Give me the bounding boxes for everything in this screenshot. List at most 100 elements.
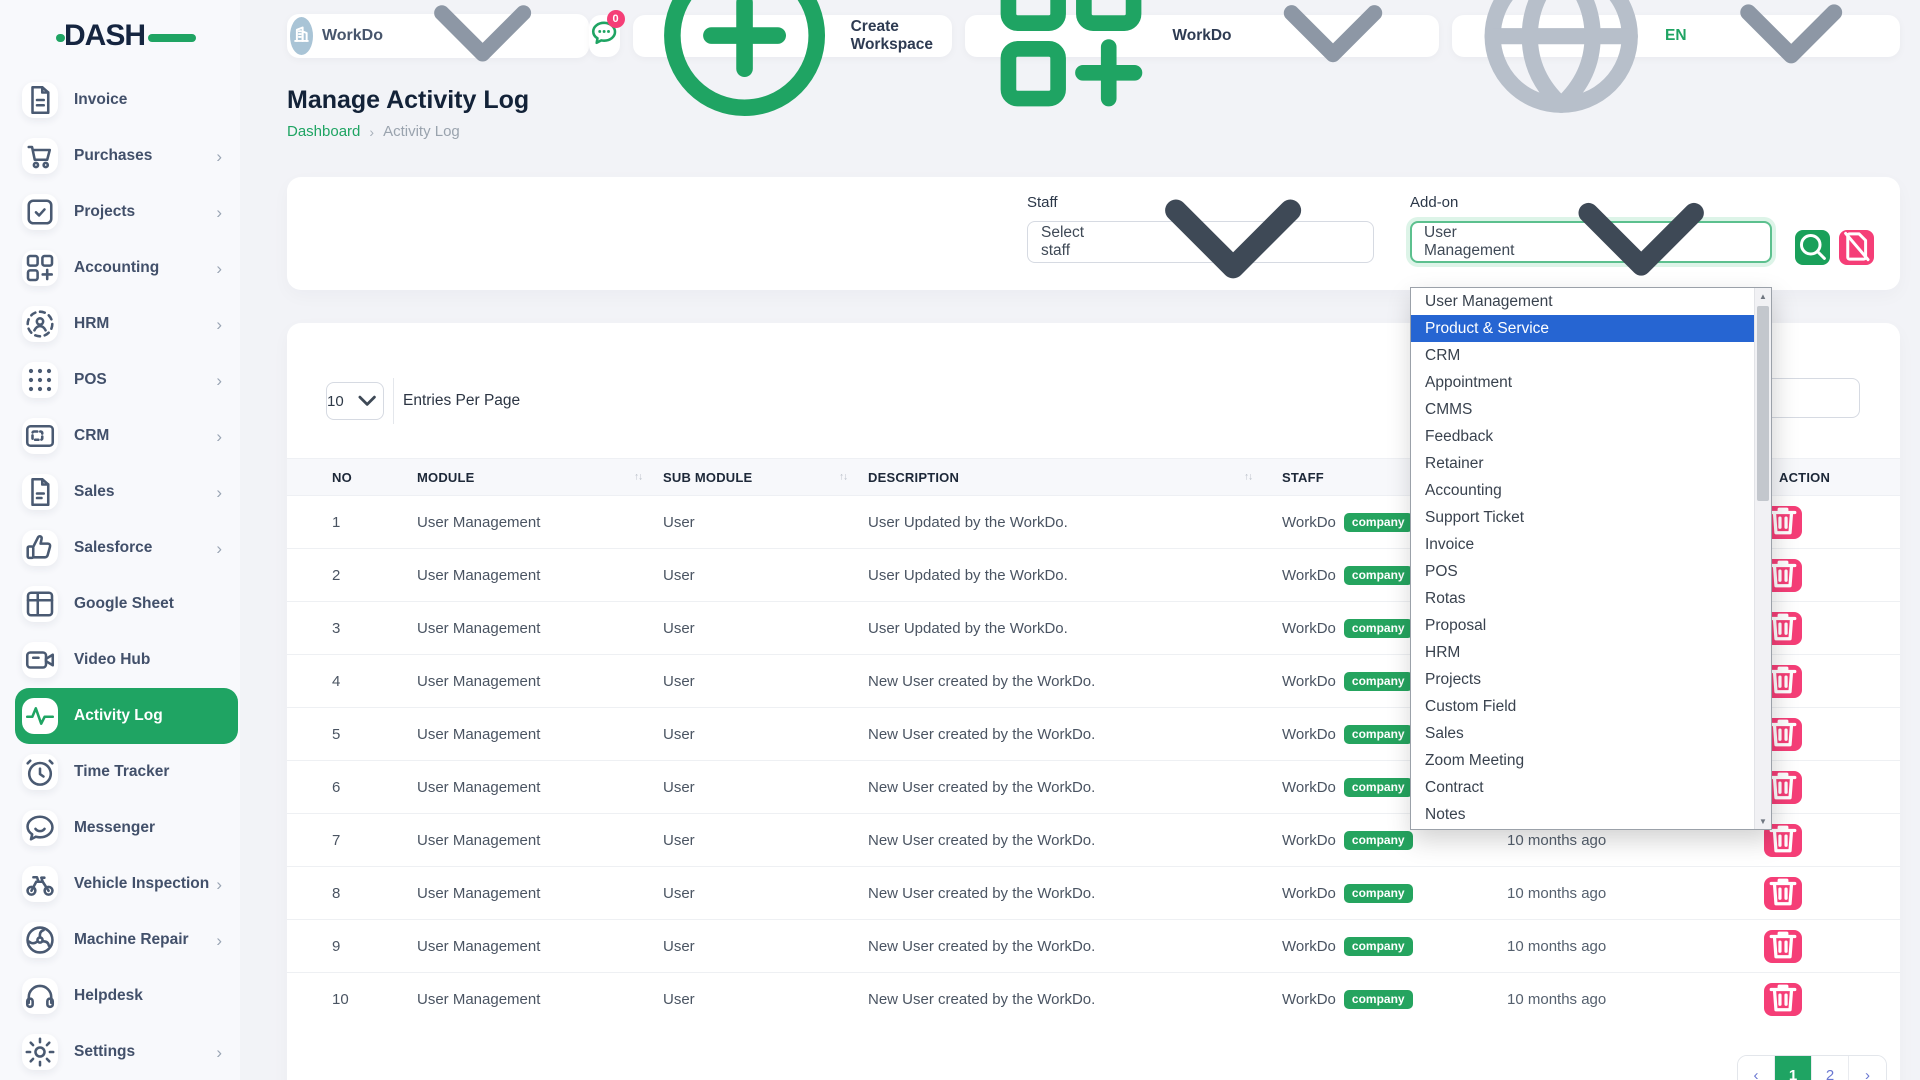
- salesforce-icon: [22, 530, 58, 566]
- company-badge: company: [1344, 990, 1413, 1009]
- pagination-next-button[interactable]: ›: [1849, 1056, 1886, 1080]
- row-module: User Management: [397, 938, 652, 955]
- addon-option[interactable]: CMMS: [1411, 396, 1754, 423]
- row-sub-module: User: [652, 991, 857, 1008]
- addon-dropdown-menu: User ManagementProduct & ServiceCRMAppoi…: [1410, 287, 1772, 830]
- create-workspace-button[interactable]: Create Workspace: [633, 15, 953, 57]
- sidebar-item-label: Salesforce: [74, 539, 152, 557]
- sidebar-item-invoice[interactable]: Invoice: [15, 72, 238, 128]
- sidebar-item-pos[interactable]: POS›: [15, 352, 238, 408]
- scroll-up-icon[interactable]: ▲: [1755, 288, 1771, 304]
- addon-option[interactable]: Appointment: [1411, 369, 1754, 396]
- scroll-down-icon[interactable]: ▼: [1755, 813, 1771, 829]
- sidebar: DASH InvoicePurchases›Projects›Accountin…: [0, 0, 240, 1080]
- addon-option[interactable]: Notes: [1411, 802, 1754, 829]
- addon-option[interactable]: Retainer: [1411, 450, 1754, 477]
- addon-option[interactable]: Contract: [1411, 775, 1754, 802]
- sidebar-item-vehicle-inspection[interactable]: Vehicle Inspection›: [15, 856, 238, 912]
- row-no: 5: [287, 726, 397, 743]
- notifications-button[interactable]: 0: [589, 15, 619, 57]
- addon-option[interactable]: CRM: [1411, 342, 1754, 369]
- workspace-selector[interactable]: WorkDo: [287, 14, 589, 58]
- addon-option[interactable]: Zoom Meeting: [1411, 748, 1754, 775]
- staff-select[interactable]: Select staff: [1027, 221, 1374, 263]
- app-logo[interactable]: DASH: [0, 0, 240, 72]
- sidebar-item-projects[interactable]: Projects›: [15, 184, 238, 240]
- pagination-prev-button[interactable]: ‹: [1738, 1056, 1775, 1080]
- delete-button[interactable]: [1764, 930, 1802, 963]
- sidebar-item-google-sheet[interactable]: Google Sheet: [15, 576, 238, 632]
- row-no: 1: [287, 514, 397, 531]
- scrollbar-thumb[interactable]: [1757, 306, 1769, 501]
- addon-option[interactable]: Support Ticket: [1411, 504, 1754, 531]
- breadcrumb-dashboard-link[interactable]: Dashboard: [287, 123, 360, 140]
- settings-icon: [22, 1034, 58, 1070]
- delete-button[interactable]: [1764, 983, 1802, 1016]
- row-sub-module: User: [652, 726, 857, 743]
- entries-per-page-select[interactable]: 10: [326, 382, 384, 420]
- sidebar-item-settings[interactable]: Settings›: [15, 1024, 238, 1080]
- addon-option[interactable]: HRM: [1411, 640, 1754, 667]
- addon-option[interactable]: Custom Field: [1411, 694, 1754, 721]
- row-staff: WorkDocompany: [1262, 831, 1487, 850]
- sidebar-item-crm[interactable]: CRM›: [15, 408, 238, 464]
- addon-option[interactable]: Proposal: [1411, 613, 1754, 640]
- sidebar-item-accounting[interactable]: Accounting›: [15, 240, 238, 296]
- company-badge: company: [1344, 937, 1413, 956]
- row-date: 10 months ago: [1487, 991, 1732, 1008]
- sidebar-item-label: Video Hub: [74, 651, 150, 669]
- row-description: New User created by the WorkDo.: [857, 885, 1262, 902]
- row-module: User Management: [397, 885, 652, 902]
- row-sub-module: User: [652, 779, 857, 796]
- column-header-description: DESCRIPTION↑↓: [857, 470, 1262, 485]
- addon-option[interactable]: Projects: [1411, 667, 1754, 694]
- sidebar-item-activity-log[interactable]: Activity Log: [15, 688, 238, 744]
- row-description: New User created by the WorkDo.: [857, 673, 1262, 690]
- delete-button[interactable]: [1764, 877, 1802, 910]
- company-badge: company: [1344, 566, 1413, 585]
- row-sub-module: User: [652, 567, 857, 584]
- reset-filter-button[interactable]: [1839, 230, 1874, 265]
- search-button[interactable]: [1795, 230, 1830, 265]
- pagination-page-1[interactable]: 1: [1775, 1056, 1812, 1080]
- hrm-icon: [22, 306, 58, 342]
- dropdown-scrollbar[interactable]: ▲ ▼: [1754, 288, 1771, 829]
- workspace-menu-button[interactable]: WorkDo: [965, 15, 1438, 57]
- addon-option[interactable]: Product & Service: [1411, 315, 1754, 342]
- sort-icon[interactable]: ↑↓: [839, 472, 847, 483]
- row-no: 10: [287, 991, 397, 1008]
- sort-icon[interactable]: ↑↓: [634, 472, 642, 483]
- addon-option[interactable]: Sales: [1411, 721, 1754, 748]
- sidebar-item-messenger[interactable]: Messenger: [15, 800, 238, 856]
- video-hub-icon: [22, 642, 58, 678]
- company-badge: company: [1344, 778, 1413, 797]
- addon-option[interactable]: Invoice: [1411, 531, 1754, 558]
- company-badge: company: [1344, 884, 1413, 903]
- addon-option[interactable]: Accounting: [1411, 477, 1754, 504]
- addon-select[interactable]: User Management: [1410, 221, 1772, 263]
- sidebar-item-video-hub[interactable]: Video Hub: [15, 632, 238, 688]
- helpdesk-icon: [22, 978, 58, 1014]
- sidebar-item-hrm[interactable]: HRM›: [15, 296, 238, 352]
- addon-option[interactable]: POS: [1411, 558, 1754, 585]
- language-selector[interactable]: EN: [1452, 15, 1900, 57]
- globe-icon: [1466, 0, 1656, 131]
- sidebar-item-label: CRM: [74, 427, 109, 445]
- time-tracker-icon: [22, 754, 58, 790]
- addon-option[interactable]: Feedback: [1411, 423, 1754, 450]
- row-sub-module: User: [652, 885, 857, 902]
- sidebar-item-machine-repair[interactable]: Machine Repair›: [15, 912, 238, 968]
- plus-circle-icon: [647, 0, 842, 134]
- addon-option[interactable]: Rotas: [1411, 586, 1754, 613]
- sidebar-item-purchases[interactable]: Purchases›: [15, 128, 238, 184]
- pagination-page-2[interactable]: 2: [1812, 1056, 1849, 1080]
- row-no: 2: [287, 567, 397, 584]
- sidebar-item-time-tracker[interactable]: Time Tracker: [15, 744, 238, 800]
- sidebar-item-salesforce[interactable]: Salesforce›: [15, 520, 238, 576]
- sidebar-item-sales[interactable]: Sales›: [15, 464, 238, 520]
- workspace-name: WorkDo: [322, 27, 383, 45]
- addon-option[interactable]: User Management: [1411, 288, 1754, 315]
- sidebar-item-helpdesk[interactable]: Helpdesk: [15, 968, 238, 1024]
- sort-icon[interactable]: ↑↓: [1244, 472, 1252, 483]
- pos-icon: [22, 362, 58, 398]
